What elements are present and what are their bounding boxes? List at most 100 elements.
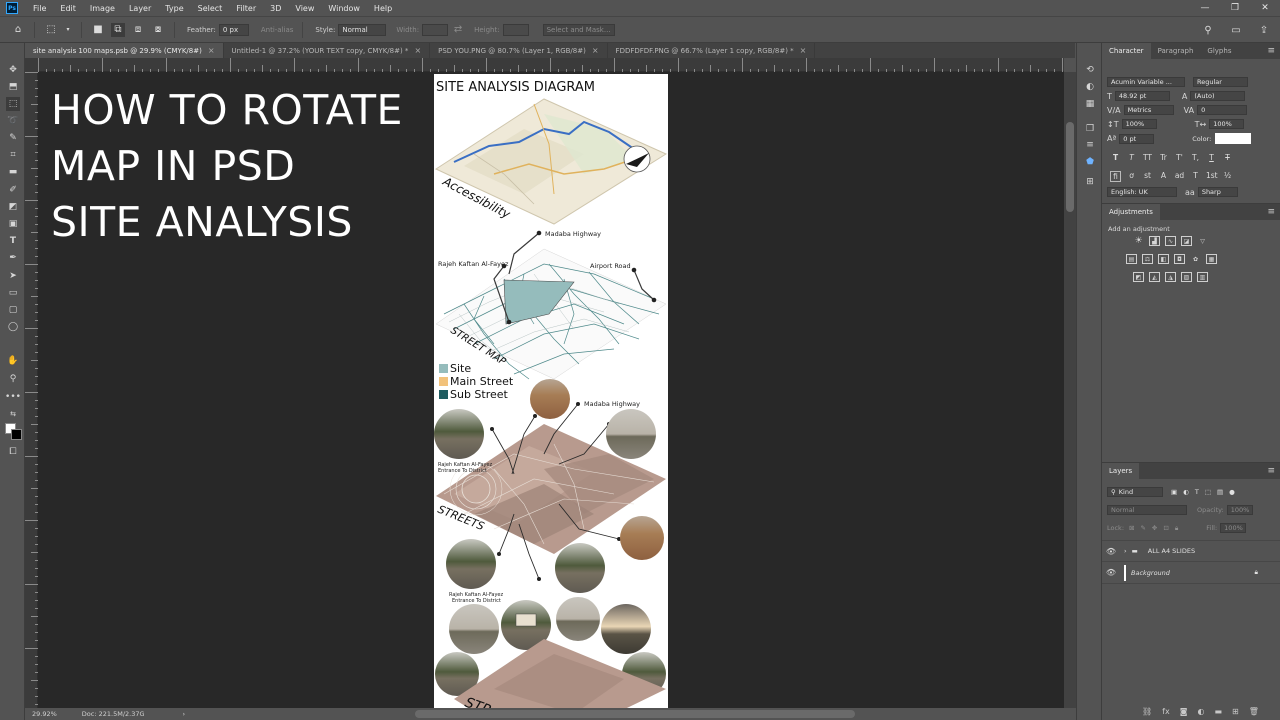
tab-site-analysis[interactable]: site analysis 100 maps.psb @ 29.9% (CMYK… (25, 43, 224, 58)
exposure-icon[interactable]: ◪ (1181, 236, 1192, 246)
link-layers-icon[interactable]: ⛓ (1142, 707, 1152, 716)
artboard-tool-icon[interactable]: ⬒ (6, 80, 20, 94)
tab-adjustments[interactable]: Adjustments (1102, 204, 1160, 220)
properties-icon[interactable]: ≡ (1083, 138, 1097, 152)
eraser-tool-icon[interactable]: ◩ (6, 200, 20, 214)
text-color-swatch[interactable] (1215, 133, 1252, 144)
strikethrough-icon[interactable]: T (1222, 153, 1233, 162)
add-selection-icon[interactable]: ⧉ (111, 22, 125, 37)
swap-dimensions-icon[interactable]: ⇄ (451, 23, 465, 37)
more-tools-icon[interactable]: ••• (5, 390, 21, 404)
ligature-icon[interactable]: fi (1110, 171, 1121, 182)
vibrance-icon[interactable]: ▽ (1197, 236, 1208, 246)
screen-mode-icon[interactable]: ⧠ (6, 445, 20, 459)
tab-paragraph[interactable]: Paragraph (1151, 43, 1201, 59)
posterize-icon[interactable]: ◭ (1149, 272, 1160, 282)
type-tool-icon[interactable]: T (6, 234, 20, 248)
antialias-select[interactable]: Sharp (1197, 187, 1238, 197)
lock-transparent-icon[interactable]: ⊠ (1129, 524, 1134, 532)
search-icon[interactable]: ⚲ (1201, 23, 1215, 37)
select-and-mask-button[interactable]: Select and Mask... (542, 23, 615, 36)
minimize-button[interactable]: — (1190, 0, 1220, 16)
ellipse-tool-icon[interactable]: ◯ (6, 320, 20, 334)
visibility-eye-icon[interactable]: 👁︎ (1102, 547, 1120, 556)
path-select-tool-icon[interactable]: ➤ (6, 269, 20, 283)
filter-shape-icon[interactable]: ⬚ (1205, 488, 1211, 496)
menu-window[interactable]: Window (321, 4, 367, 13)
paragraph-style-icon[interactable]: ⬟ (1083, 155, 1097, 169)
curves-icon[interactable]: ∿ (1165, 236, 1176, 246)
close-icon[interactable]: × (414, 46, 421, 55)
layer-row-group[interactable]: 👁︎ › ▬ ALL A4 SLIDES (1102, 540, 1280, 562)
layer-style-icon[interactable]: fx (1162, 707, 1170, 716)
workspace-icon[interactable]: ▭ (1229, 23, 1243, 37)
subtract-selection-icon[interactable]: ⧈ (131, 23, 145, 37)
info-icon[interactable]: ⊞ (1083, 175, 1097, 189)
feather-input[interactable]: 0 px (218, 23, 249, 36)
menu-help[interactable]: Help (367, 4, 399, 13)
panel-menu-icon[interactable]: ≡ (1267, 466, 1275, 476)
tab-untitled[interactable]: Untitled-1 @ 37.2% (YOUR TEXT copy, CMYK… (224, 43, 431, 58)
fractions-icon[interactable]: ½ (1222, 171, 1233, 182)
home-icon[interactable]: ⌂ (11, 23, 25, 37)
menu-edit[interactable]: Edit (53, 4, 83, 13)
tab-layers[interactable]: Layers (1102, 463, 1140, 479)
document-page[interactable]: SITE ANALYSIS DIAGRAM Accessibility Mada… (434, 74, 668, 708)
menu-type[interactable]: Type (158, 4, 190, 13)
faux-italic-icon[interactable]: T (1126, 153, 1137, 162)
new-selection-icon[interactable]: ■ (91, 23, 105, 37)
marquee-preset-icon[interactable]: ⬚ (44, 23, 58, 37)
canvas-area[interactable]: HOW TO ROTATE MAP IN PSD SITE ANALYSIS S… (38, 72, 1064, 708)
threshold-icon[interactable]: ◮ (1165, 272, 1176, 282)
filter-type-icon[interactable]: T (1195, 488, 1199, 496)
small-caps-icon[interactable]: Tr (1158, 153, 1169, 162)
discretionary-ligature-icon[interactable]: st (1142, 171, 1153, 182)
all-caps-icon[interactable]: TT (1142, 153, 1153, 162)
history-icon[interactable]: ⟲ (1083, 63, 1097, 77)
tab-psd-you[interactable]: PSD YOU.PNG @ 80.7% (Layer 1, RGB/8#) × (430, 43, 608, 58)
subscript-icon[interactable]: T, (1190, 153, 1201, 162)
layer-row-background[interactable]: 👁︎ Background 🔒︎ (1102, 562, 1280, 584)
expand-arrow-icon[interactable]: › (1124, 547, 1127, 555)
stylistic-alternates-icon[interactable]: ad (1174, 171, 1185, 182)
new-adjustment-layer-icon[interactable]: ◐ (1197, 707, 1204, 716)
horizontal-scroll-thumb[interactable] (415, 710, 855, 718)
brush-tool-icon[interactable]: ✐ (6, 183, 20, 197)
tab-character[interactable]: Character (1102, 43, 1151, 59)
language-select[interactable]: English: UK (1107, 187, 1177, 197)
share-icon[interactable]: ⇪ (1257, 23, 1271, 37)
swap-colors-icon[interactable]: ⇆ (6, 407, 20, 421)
old-style-icon[interactable]: ơ (1126, 171, 1137, 182)
visibility-eye-icon[interactable]: 👁︎ (1102, 568, 1120, 577)
color-balance-icon[interactable]: ⚖ (1142, 254, 1153, 264)
baseline-shift-input[interactable]: 0 pt (1119, 133, 1155, 144)
kerning-input[interactable]: Metrics (1123, 105, 1174, 115)
menu-filter[interactable]: Filter (229, 4, 263, 13)
swash-icon[interactable]: A (1158, 171, 1169, 182)
filter-toggle-icon[interactable]: ● (1229, 488, 1235, 496)
invert-icon[interactable]: ◩ (1133, 272, 1144, 282)
levels-icon[interactable]: ▟ (1149, 236, 1160, 246)
tracking-input[interactable]: 0 (1197, 105, 1248, 115)
color-icon[interactable]: ◐ (1083, 80, 1097, 94)
leading-input[interactable]: (Auto) (1190, 91, 1246, 101)
close-icon[interactable]: × (592, 46, 599, 55)
opacity-input[interactable]: 100% (1226, 505, 1253, 515)
pen-tool-icon[interactable]: ✒ (6, 251, 20, 265)
filter-pixel-icon[interactable]: ▣ (1171, 488, 1177, 496)
swatches-icon[interactable]: ▦ (1083, 97, 1097, 111)
restore-button[interactable]: ❐ (1220, 0, 1250, 16)
menu-image[interactable]: Image (83, 4, 122, 13)
panel-menu-icon[interactable]: ≡ (1267, 207, 1275, 217)
menu-file[interactable]: File (26, 4, 53, 13)
brightness-contrast-icon[interactable]: ☀ (1133, 236, 1144, 246)
channel-mixer-icon[interactable]: ✿ (1190, 254, 1201, 264)
zoom-level[interactable]: 29.92% (32, 710, 57, 718)
hand-tool-icon[interactable]: ✋ (6, 354, 20, 368)
quick-select-tool-icon[interactable]: ✎ (6, 131, 20, 145)
menu-view[interactable]: View (288, 4, 321, 13)
zoom-tool-icon[interactable]: ⚲ (6, 372, 20, 386)
black-white-icon[interactable]: ◧ (1158, 254, 1169, 264)
font-family-select[interactable]: Acumin Variable ... (1107, 77, 1185, 87)
filter-adjustment-icon[interactable]: ◐ (1183, 488, 1189, 496)
